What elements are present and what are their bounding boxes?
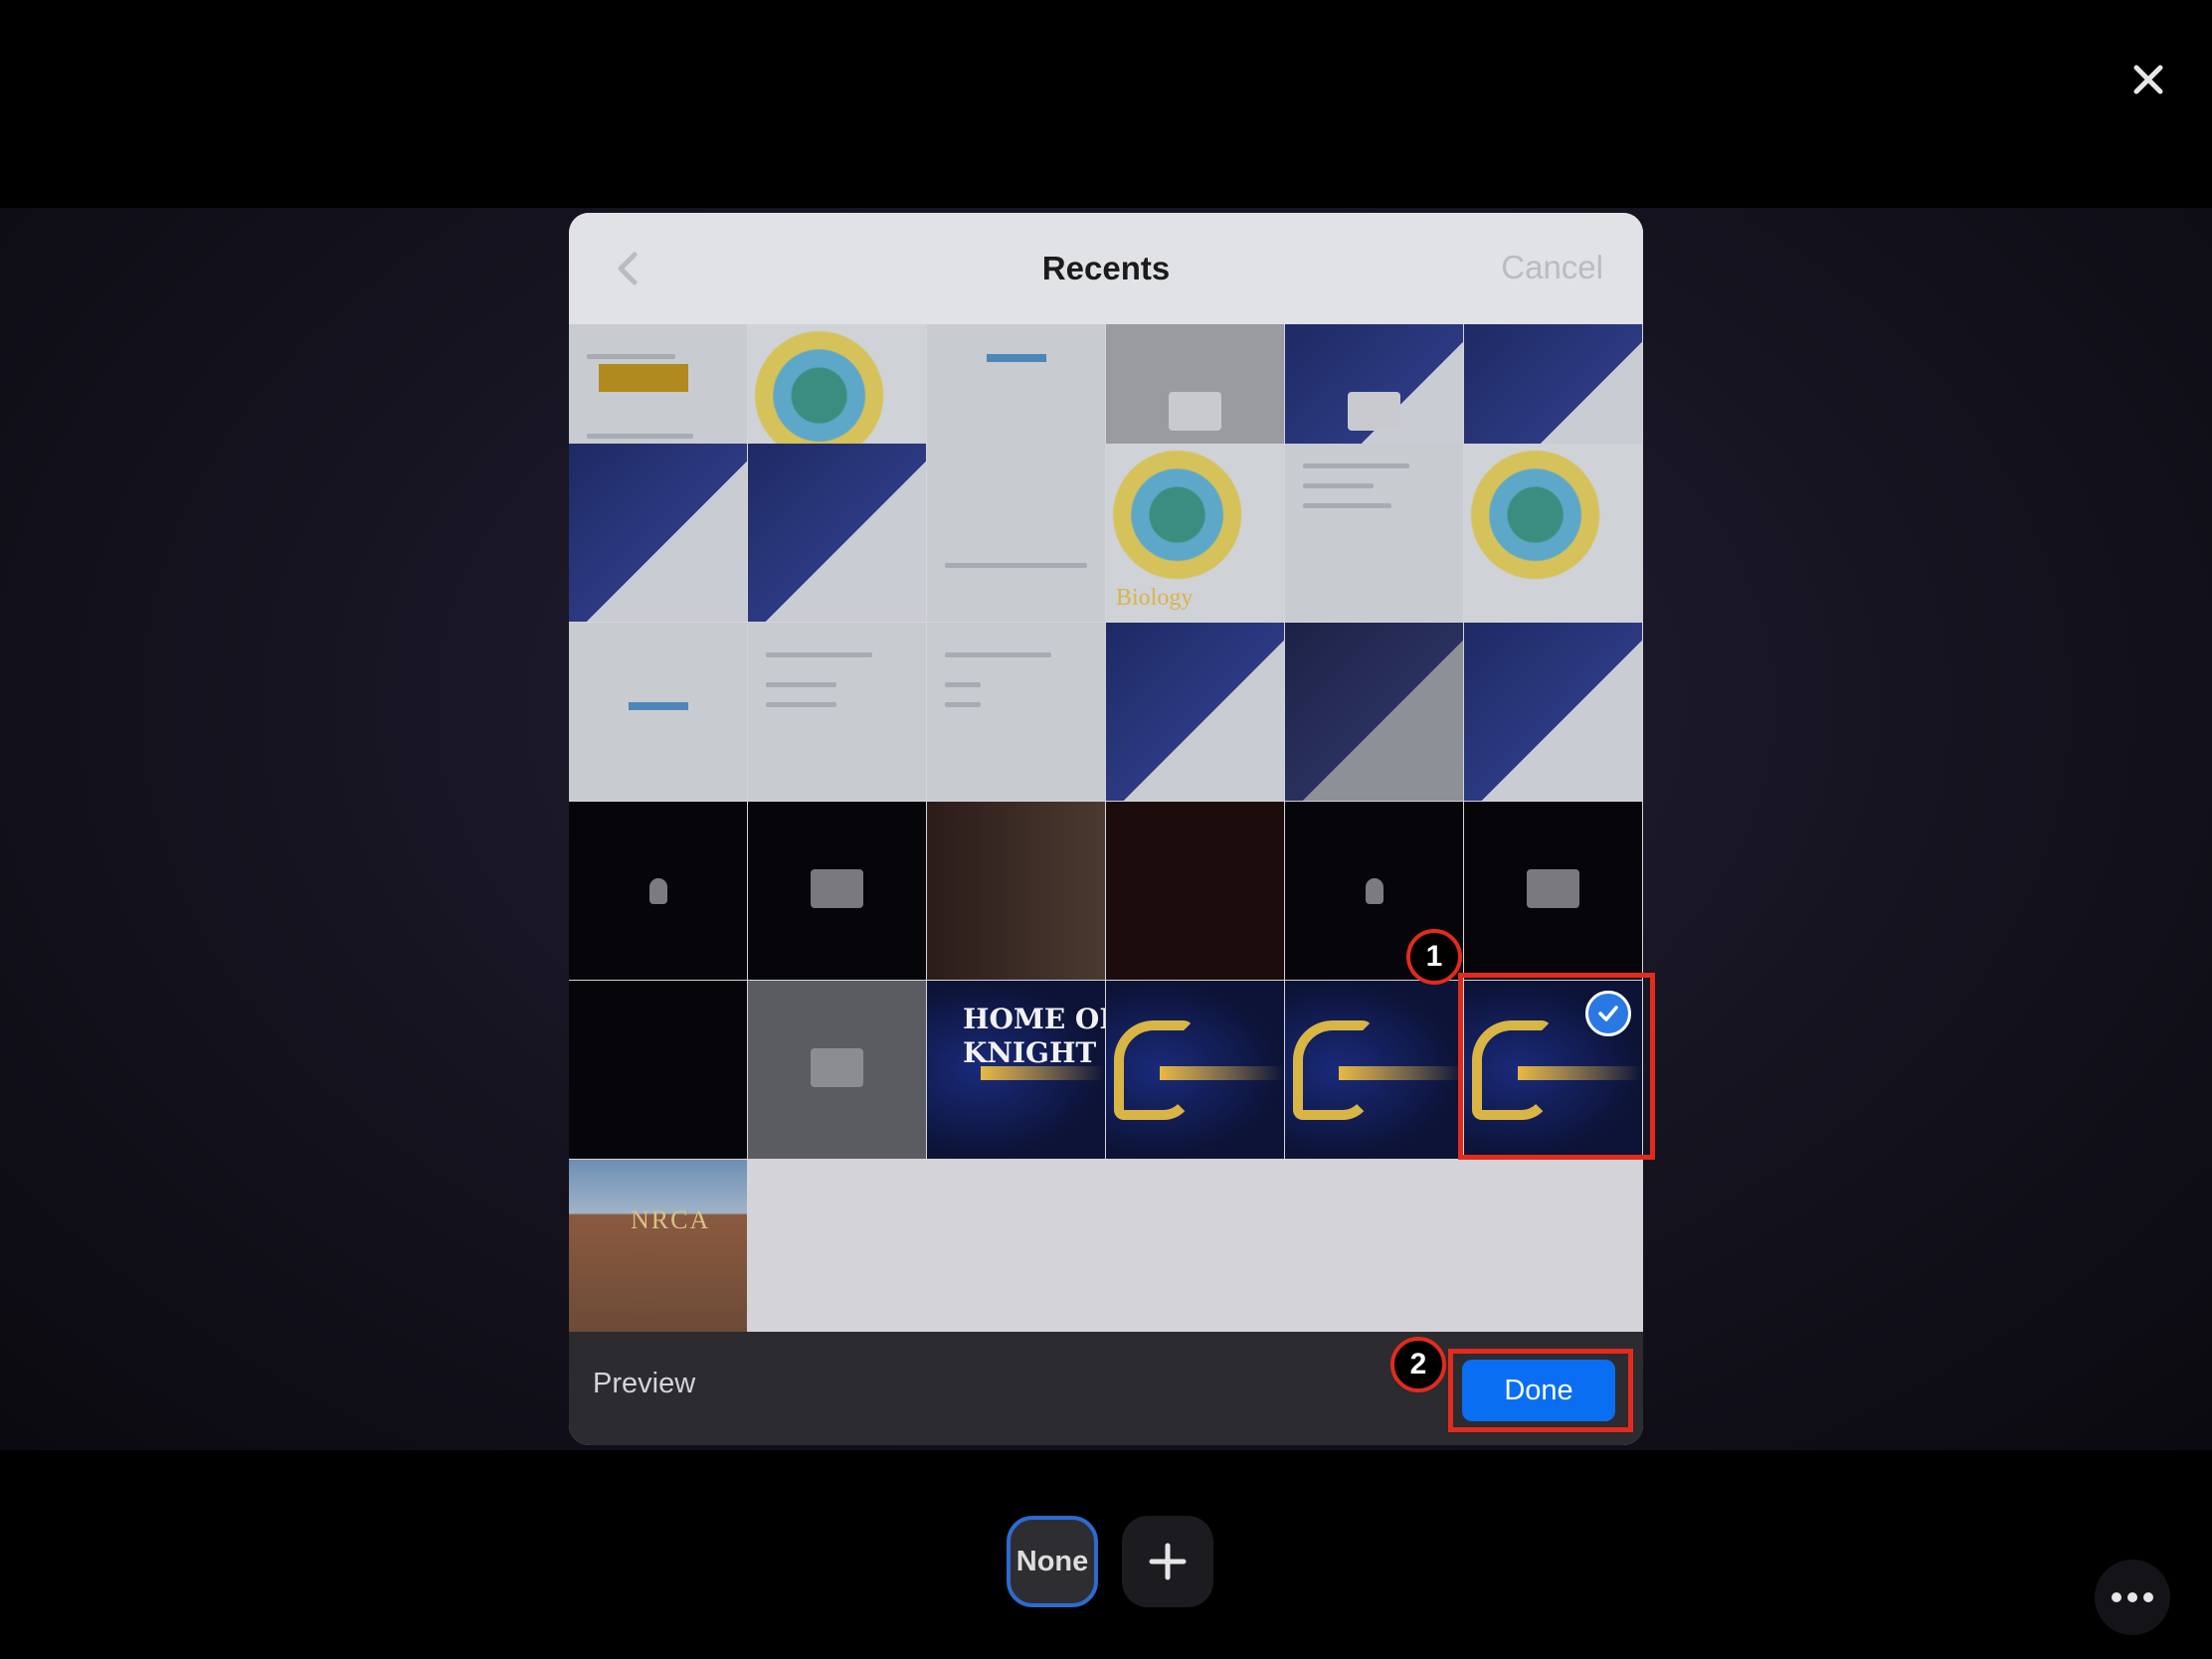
photo-thumb[interactable] <box>1285 981 1463 1159</box>
photo-thumb[interactable] <box>569 802 747 980</box>
photo-thumb[interactable] <box>927 623 1105 801</box>
close-icon <box>2133 65 2163 94</box>
photo-thumb[interactable]: HOME OF T KNIGHT <box>927 981 1105 1159</box>
photo-thumb[interactable] <box>1464 444 1642 622</box>
photo-thumb[interactable] <box>927 444 1105 622</box>
photo-thumb[interactable]: NRCA <box>569 1160 747 1338</box>
photo-thumb[interactable] <box>569 981 747 1159</box>
photo-picker: Recents Cancel Biology HOME O KNIGHT NRC… <box>569 213 1643 1445</box>
bottom-toolbar: None <box>0 1450 2212 1659</box>
back-button[interactable] <box>609 249 648 288</box>
photo-thumb[interactable] <box>748 444 926 622</box>
picker-header: Recents Cancel <box>569 213 1643 324</box>
photo-thumb[interactable] <box>1285 623 1463 801</box>
ellipsis-icon <box>2112 1592 2153 1602</box>
photo-thumb[interactable] <box>1106 623 1284 801</box>
cancel-button[interactable]: Cancel <box>1501 249 1603 286</box>
home-of-knights-caption: HOME OF T KNIGHT <box>963 1003 1105 1069</box>
photo-thumb[interactable]: Biology <box>1106 444 1284 622</box>
close-button[interactable] <box>2119 50 2178 109</box>
picker-title: Recents <box>1041 250 1171 286</box>
photo-thumb[interactable] <box>1106 802 1284 980</box>
photo-thumb[interactable] <box>748 981 926 1159</box>
biology-caption: Biology <box>1116 585 1194 611</box>
add-button[interactable] <box>1122 1516 1213 1607</box>
plus-icon <box>1149 1543 1187 1580</box>
preview-button[interactable]: Preview <box>593 1368 695 1400</box>
photo-thumb[interactable] <box>569 444 747 622</box>
none-button[interactable]: None <box>1007 1516 1098 1607</box>
photo-grid: Biology HOME OF T KNIGHT NRCA <box>569 324 1643 1338</box>
highlight-box-selected-photo <box>1458 973 1655 1160</box>
nrca-caption: NRCA <box>631 1205 711 1234</box>
step-badge-2: 2 <box>1390 1337 1446 1392</box>
chevron-left-icon <box>618 252 638 285</box>
photo-thumb[interactable] <box>1464 623 1642 801</box>
photo-thumb[interactable] <box>569 623 747 801</box>
photo-thumb[interactable] <box>1106 981 1284 1159</box>
photo-thumb[interactable] <box>1285 444 1463 622</box>
photo-thumb[interactable] <box>748 802 926 980</box>
photo-thumb[interactable] <box>1464 802 1642 980</box>
highlight-box-done-button <box>1448 1349 1633 1432</box>
photo-thumb[interactable] <box>927 802 1105 980</box>
step-badge-1: 1 <box>1406 929 1462 985</box>
photo-thumb[interactable] <box>748 623 926 801</box>
more-button[interactable] <box>2095 1560 2170 1635</box>
